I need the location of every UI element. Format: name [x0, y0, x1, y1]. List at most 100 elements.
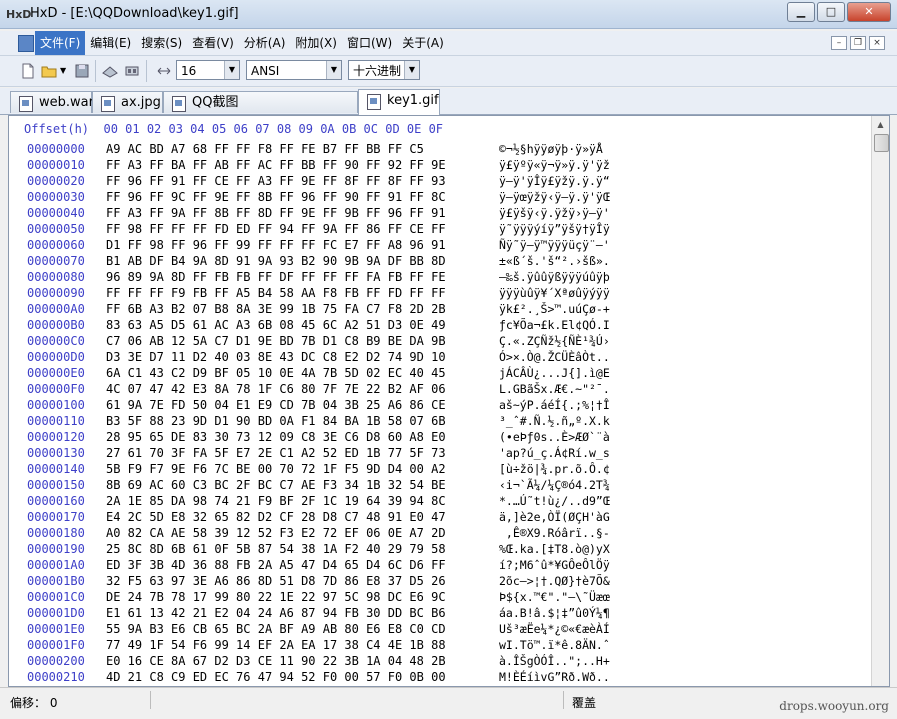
row-ascii[interactable]: ÿÿÿùûÿ¥´Xªøûÿýÿÿ: [499, 285, 610, 301]
row-bytes[interactable]: 25 8C 8D 6B 61 0F 5B 87 54 38 1A F2 40 2…: [106, 541, 499, 557]
open-dropdown-arrow-icon[interactable]: ▼: [60, 66, 66, 75]
hex-row[interactable]: 00000070 B1 AB DF B4 9A 8D 91 9A 93 B2 90…: [27, 253, 610, 269]
hex-row[interactable]: 000001C0 DE 24 7B 78 17 99 80 22 1E 22 97…: [27, 589, 610, 605]
hex-row[interactable]: 00000200 E0 16 CE 8A 67 D2 D3 CE 11 90 22…: [27, 653, 610, 669]
row-ascii[interactable]: Ñÿ˜ÿ–ÿ™ÿÿÿüçÿ¨–': [499, 237, 610, 253]
menu-extras[interactable]: 附加(X): [290, 31, 342, 55]
row-ascii[interactable]: jÁCÂÙ¿...J{].ì@E: [499, 365, 610, 381]
tab-key1-gif[interactable]: key1.gif: [358, 89, 440, 115]
row-bytes[interactable]: FF 96 FF 9C FF 9E FF 8B FF 96 FF 90 FF 9…: [106, 189, 499, 205]
row-ascii[interactable]: Ó>×.Ò@.ŽCÜÈâÒt..: [499, 349, 610, 365]
document-icon[interactable]: [18, 35, 34, 52]
hex-row[interactable]: 000000C0 C7 06 AB 12 5A C7 D1 9E BD 7B D1…: [27, 333, 610, 349]
hex-row[interactable]: 00000090 FF FF FF F9 FB FF A5 B4 58 AA F8…: [27, 285, 610, 301]
row-bytes[interactable]: 55 9A B3 E6 CB 65 BC 2A BF A9 AB 80 E6 E…: [106, 621, 499, 637]
row-bytes[interactable]: A9 AC BD A7 68 FF FF F8 FF FE B7 FF BB F…: [106, 141, 499, 157]
hex-row[interactable]: 00000120 28 95 65 DE 83 30 73 12 09 C8 3E…: [27, 429, 610, 445]
hex-row[interactable]: 000000E0 6A C1 43 C2 D9 BF 05 10 0E 4A 7B…: [27, 365, 610, 381]
row-ascii[interactable]: à.ÎŠgÒÓÎ..";..H+: [499, 653, 610, 669]
row-ascii[interactable]: *.…Ú˜t!ù¿/..d9”Œ: [499, 493, 610, 509]
minimize-button[interactable]: ▁: [787, 2, 815, 22]
tab-ax-jpg[interactable]: ax.jpg: [92, 91, 163, 113]
row-ascii[interactable]: ‹i¬`Ã¼/¼Ç®ó4.2T¾: [499, 477, 610, 493]
row-ascii[interactable]: 'ap?ú_ç.Á¢Rí.w_s: [499, 445, 610, 461]
hex-row[interactable]: 000000F0 4C 07 47 42 E3 8A 78 1F C6 80 7F…: [27, 381, 610, 397]
row-ascii[interactable]: ÿ£ÿšÿ‹ÿ.ÿžÿ›ÿ–ÿ': [499, 205, 610, 221]
row-bytes[interactable]: 61 9A 7E FD 50 04 E1 E9 CD 7B 04 3B 25 A…: [106, 397, 499, 413]
hex-row[interactable]: 00000110 B3 5F 88 23 9D D1 90 BD 0A F1 84…: [27, 413, 610, 429]
hex-row[interactable]: 00000080 96 89 9A 8D FF FB FB FF DF FF FF…: [27, 269, 610, 285]
hex-row[interactable]: 000001D0 E1 61 13 42 21 E2 04 24 A6 87 94…: [27, 605, 610, 621]
hex-row[interactable]: 00000060 D1 FF 98 FF 96 FF 99 FF FF FF FC…: [27, 237, 610, 253]
row-ascii[interactable]: ä,]è2e‚ÒÏ(ØÇH'àG: [499, 509, 610, 525]
hex-row[interactable]: 000001F0 77 49 1F 54 F6 99 14 EF 2A EA 17…: [27, 637, 610, 653]
hex-row[interactable]: 00000100 61 9A 7E FD 50 04 E1 E9 CD 7B 04…: [27, 397, 610, 413]
close-button[interactable]: ✕: [847, 2, 891, 22]
row-ascii[interactable]: ©¬½§hÿÿøÿþ·ÿ»ÿÅ: [499, 141, 603, 157]
maximize-button[interactable]: □: [817, 2, 845, 22]
hex-row[interactable]: 000001A0 ED 3F 3B 4D 36 88 FB 2A A5 47 D4…: [27, 557, 610, 573]
row-bytes[interactable]: 28 95 65 DE 83 30 73 12 09 C8 3E C6 D8 6…: [106, 429, 499, 445]
ram-icon[interactable]: [124, 63, 140, 79]
hex-row[interactable]: 00000160 2A 1E 85 DA 98 74 21 F9 BF 2F 1C…: [27, 493, 610, 509]
row-bytes[interactable]: 83 63 A5 D5 61 AC A3 6B 08 45 6C A2 51 D…: [106, 317, 499, 333]
row-ascii[interactable]: ÿ£ÿºÿ«ÿ¬ÿ»ÿ.ÿ'ÿž: [499, 157, 610, 173]
vertical-scrollbar[interactable]: ▲: [871, 116, 889, 686]
row-ascii[interactable]: ³_ˆ#.Ñ.½.ñ„º.X.k: [499, 413, 610, 429]
scroll-up-arrow-icon[interactable]: ▲: [872, 116, 889, 133]
row-bytes[interactable]: 77 49 1F 54 F6 99 14 EF 2A EA 17 38 C4 4…: [106, 637, 499, 653]
tab-qq-screenshot[interactable]: QQ截图20150716134756.jpg: [163, 91, 358, 132]
row-ascii[interactable]: 2õc—>¦†.QØ}†è7Õ&: [499, 573, 610, 589]
row-bytes[interactable]: 96 89 9A 8D FF FB FB FF DF FF FF FF FA F…: [106, 269, 499, 285]
hex-row[interactable]: 00000050 FF 98 FF FF FF FD ED FF 94 FF 9A…: [27, 221, 610, 237]
row-ascii[interactable]: wI.Tö™.ï*ê.8ÄN.ˆ: [499, 637, 610, 653]
row-bytes[interactable]: FF 98 FF FF FF FD ED FF 94 FF 9A FF 86 F…: [106, 221, 499, 237]
hex-row[interactable]: 00000020 FF 96 FF 91 FF CE FF A3 FF 9E FF…: [27, 173, 610, 189]
save-icon[interactable]: [74, 63, 90, 79]
disk-icon[interactable]: [102, 63, 118, 79]
row-ascii[interactable]: Þ${x.™€"."—\˜Üæœ: [499, 589, 610, 605]
row-bytes[interactable]: FF FF FF F9 FB FF A5 B4 58 AA F8 FB FF F…: [106, 285, 499, 301]
row-ascii[interactable]: ÿ–ÿ'ÿÎÿ£ÿžÿ.ÿ.ÿ“: [499, 173, 610, 189]
row-bytes[interactable]: D3 3E D7 11 D2 40 03 8E 43 DC C8 E2 D2 7…: [106, 349, 499, 365]
row-bytes[interactable]: D1 FF 98 FF 96 FF 99 FF FF FF FC E7 FF A…: [106, 237, 499, 253]
hex-editor[interactable]: Offset(h) 00 01 02 03 04 05 06 07 08 09 …: [8, 115, 890, 687]
menu-analysis[interactable]: 分析(A): [239, 31, 291, 55]
menu-edit[interactable]: 编辑(E): [85, 31, 136, 55]
row-ascii[interactable]: ±«ß´š.'š“².›šß».: [499, 253, 610, 269]
row-bytes[interactable]: FF 96 FF 91 FF CE FF A3 FF 9E FF 8F FF 8…: [106, 173, 499, 189]
row-bytes[interactable]: 4D 21 C8 C9 ED EC 76 47 94 52 F0 00 57 F…: [106, 669, 499, 685]
row-ascii[interactable]: (•eÞƒ0s..È>ÆØ`¨à: [499, 429, 610, 445]
row-bytes[interactable]: FF A3 FF 9A FF 8B FF 8D FF 9E FF 9B FF 9…: [106, 205, 499, 221]
row-ascii[interactable]: M!ÈÉíìvG”Rð.Wð..: [499, 669, 610, 685]
row-ascii[interactable]: ‚Ê®X9.Róârï..§-: [499, 525, 610, 541]
row-ascii[interactable]: ÿ–ÿœÿžÿ‹ÿ–ÿ.ÿ'ÿŒ: [499, 189, 610, 205]
hex-row[interactable]: 00000030 FF 96 FF 9C FF 9E FF 8B FF 96 FF…: [27, 189, 610, 205]
row-bytes[interactable]: 27 61 70 3F FA 5F E7 2E C1 A2 52 ED 1B 7…: [106, 445, 499, 461]
hex-row[interactable]: 00000130 27 61 70 3F FA 5F E7 2E C1 A2 52…: [27, 445, 610, 461]
new-file-icon[interactable]: [20, 63, 36, 79]
hex-row[interactable]: 000000A0 FF 6B A3 B2 07 B8 8A 3E 99 1B 75…: [27, 301, 610, 317]
row-bytes[interactable]: FF A3 FF BA FF AB FF AC FF BB FF 90 FF 9…: [106, 157, 499, 173]
row-bytes[interactable]: ED 3F 3B 4D 36 88 FB 2A A5 47 D4 65 D4 6…: [106, 557, 499, 573]
mdi-minimize-button[interactable]: –: [831, 36, 847, 50]
row-bytes[interactable]: 5B F9 F7 9E F6 7C BE 00 70 72 1F F5 9D D…: [106, 461, 499, 477]
row-ascii[interactable]: Ç.«.ZÇÑž½{ÑÈ¹¾Ú›: [499, 333, 610, 349]
hex-row[interactable]: 00000040 FF A3 FF 9A FF 8B FF 8D FF 9E FF…: [27, 205, 610, 221]
tab-web-war[interactable]: web.war: [10, 91, 94, 113]
row-bytes[interactable]: 6A C1 43 C2 D9 BF 05 10 0E 4A 7B 5D 02 E…: [106, 365, 499, 381]
row-bytes[interactable]: 32 F5 63 97 3E A6 86 8D 51 D8 7D 86 E8 3…: [106, 573, 499, 589]
hex-row[interactable]: 00000170 E4 2C 5D E8 32 65 82 D2 CF 28 D8…: [27, 509, 610, 525]
row-bytes[interactable]: C7 06 AB 12 5A C7 D1 9E BD 7B D1 C8 B9 B…: [106, 333, 499, 349]
row-bytes[interactable]: 2A 1E 85 DA 98 74 21 F9 BF 2F 1C 19 64 3…: [106, 493, 499, 509]
mdi-restore-button[interactable]: ❐: [850, 36, 866, 50]
row-ascii[interactable]: L.GBãŠx.Æ€.~"²¯.: [499, 381, 610, 397]
offset-base-select[interactable]: 十六进制 ▼: [348, 60, 420, 80]
row-ascii[interactable]: [ù÷žö|¾.pr.õ.Ô.¢: [499, 461, 610, 477]
mdi-close-button[interactable]: ×: [869, 36, 885, 50]
hex-row[interactable]: 00000000 A9 AC BD A7 68 FF FF F8 FF FE B7…: [27, 141, 610, 157]
scroll-thumb[interactable]: [874, 134, 889, 152]
row-ascii[interactable]: %Œ.ka.[‡T8.ò@)yX: [499, 541, 610, 557]
menu-view[interactable]: 查看(V): [187, 31, 239, 55]
row-ascii[interactable]: aš~ýP.áéÍ{.;%¦†Î: [499, 397, 610, 413]
